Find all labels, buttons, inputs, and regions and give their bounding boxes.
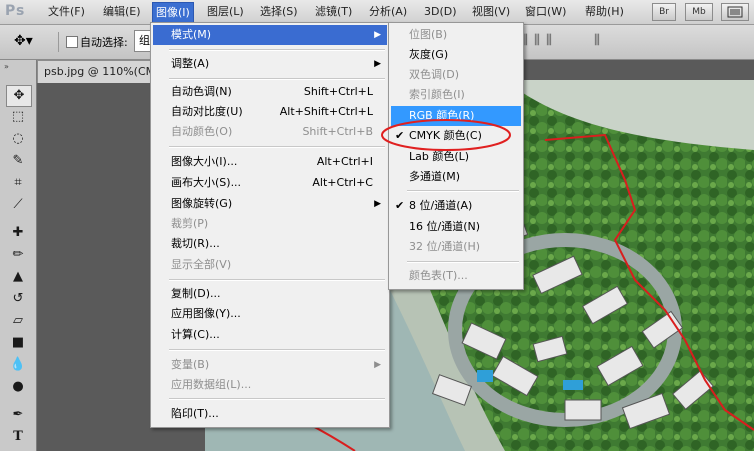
mode-item-indexed-color: 索引颜色(I)	[409, 88, 465, 101]
app-logo: Ps	[5, 3, 26, 19]
quick-select-tool[interactable]: ✎	[6, 151, 30, 171]
lasso-tool[interactable]: ◌	[6, 129, 30, 149]
mode-item-32-bit: 32 位/通道(H)	[409, 240, 481, 253]
mode-item-16-bit[interactable]: 16 位/通道(N)	[391, 217, 521, 237]
menu-item-mode[interactable]: 模式(M) ▶	[153, 25, 387, 45]
screen-mode-button[interactable]	[721, 3, 749, 21]
type-tool[interactable]: T	[6, 427, 30, 447]
menu-item-trap[interactable]: 陷印(T)...	[153, 404, 387, 424]
blur-tool[interactable]: 💧	[6, 355, 30, 375]
menu-separator	[169, 398, 385, 400]
menu-help[interactable]: 帮助(H)	[582, 4, 627, 20]
menu-item-crop: 裁剪(P)	[171, 217, 209, 230]
menu-separator	[407, 261, 519, 263]
mode-item-multichannel[interactable]: 多通道(M)	[391, 167, 521, 187]
menu-item-trim[interactable]: 裁切(R)...	[153, 234, 387, 254]
stamp-tool[interactable]: ▲	[6, 267, 30, 287]
menu-item-calculations[interactable]: 计算(C)...	[153, 325, 387, 345]
eyedropper-tool[interactable]: ⟋	[6, 195, 30, 215]
menu-window[interactable]: 窗口(W)	[522, 4, 569, 20]
gradient-tool[interactable]: ■	[6, 333, 30, 353]
menu-view[interactable]: 视图(V)	[469, 4, 513, 20]
eraser-tool[interactable]: ▱	[6, 311, 30, 331]
brush-tool[interactable]: ✏	[6, 245, 30, 265]
menu-separator	[169, 146, 385, 148]
mode-submenu: 位图(B) 灰度(G) 双色调(D) 索引颜色(I) RGB 颜色(R) ✔ CM…	[388, 22, 524, 290]
image-menu-dropdown: 模式(M) ▶ 调整(A) ▶ 自动色调(N) Shift+Ctrl+L 自动对比度(…	[150, 22, 390, 428]
dodge-tool[interactable]: ●	[6, 377, 30, 397]
crop-tool[interactable]: ⌗	[6, 173, 30, 193]
menu-item-image-size[interactable]: 图像大小(I)... Alt+Ctrl+I	[153, 152, 387, 172]
move-tool-icon: ✥▾	[14, 33, 33, 49]
menu-item-reveal-all: 显示全部(V)	[171, 258, 232, 271]
mode-item-bitmap: 位图(B)	[409, 28, 448, 41]
mode-item-duotone: 双色调(D)	[409, 68, 460, 81]
menu-separator	[169, 279, 385, 281]
submenu-arrow-icon: ▶	[374, 199, 381, 209]
collapse-icon[interactable]: »	[4, 62, 9, 71]
minibridge-button[interactable]: Mb	[685, 3, 713, 21]
menu-analysis[interactable]: 分析(A)	[366, 4, 410, 20]
auto-select-checkbox[interactable]	[66, 36, 78, 48]
submenu-arrow-icon: ▶	[374, 59, 381, 69]
bridge-button[interactable]: Br	[652, 3, 676, 21]
menu-edit[interactable]: 编辑(E)	[100, 4, 144, 20]
pen-tool[interactable]: ✒	[6, 405, 30, 425]
submenu-arrow-icon: ▶	[374, 360, 381, 370]
mode-item-color-table: 颜色表(T)...	[409, 269, 468, 282]
menu-file[interactable]: 文件(F)	[45, 4, 88, 20]
menu-separator	[169, 78, 385, 80]
submenu-arrow-icon: ▶	[374, 30, 381, 40]
menu-3d[interactable]: 3D(D)	[421, 4, 460, 20]
menu-separator	[169, 49, 385, 51]
menu-image[interactable]: 图像(I)	[152, 2, 194, 24]
menu-item-apply-image[interactable]: 应用图像(Y)...	[153, 304, 387, 324]
menu-separator	[169, 349, 385, 351]
menu-item-auto-tone[interactable]: 自动色调(N) Shift+Ctrl+L	[153, 82, 387, 102]
menu-select[interactable]: 选择(S)	[257, 4, 301, 20]
mode-item-grayscale[interactable]: 灰度(G)	[391, 45, 521, 65]
menu-item-variables: 变量(B) ▶	[153, 355, 387, 375]
healing-tool[interactable]: ✚	[6, 223, 30, 243]
menu-layer[interactable]: 图层(L)	[204, 4, 247, 20]
distribute-icon[interactable]: ⫼	[594, 33, 600, 48]
menu-item-auto-contrast[interactable]: 自动对比度(U) Alt+Shift+Ctrl+L	[153, 102, 387, 122]
menu-item-duplicate[interactable]: 复制(D)...	[153, 284, 387, 304]
history-brush-tool[interactable]: ↺	[6, 289, 30, 309]
menu-item-image-rotation[interactable]: 图像旋转(G) ▶	[153, 194, 387, 214]
align-icons[interactable]: ⫼⫼⫼	[522, 33, 558, 48]
menu-item-canvas-size[interactable]: 画布大小(S)... Alt+Ctrl+C	[153, 173, 387, 193]
menu-item-adjustments[interactable]: 调整(A) ▶	[153, 54, 387, 74]
annotation-circle	[381, 119, 511, 151]
screen-mode-icon	[727, 6, 743, 18]
auto-select-label: 自动选择:	[80, 36, 128, 49]
menu-filter[interactable]: 滤镜(T)	[312, 4, 355, 20]
mode-item-8-bit[interactable]: ✔ 8 位/通道(A)	[391, 196, 521, 216]
checkmark-icon: ✔	[395, 199, 405, 212]
menu-separator	[407, 190, 519, 192]
menu-item-apply-data-set: 应用数据组(L)...	[171, 378, 252, 391]
marquee-tool[interactable]: ⬚	[6, 107, 30, 127]
divider	[58, 32, 59, 52]
move-tool[interactable]: ✥	[6, 85, 32, 107]
menu-item-auto-color: 自动颜色(O) Shift+Ctrl+B	[171, 125, 373, 138]
toolbox: » ✥ ⬚ ◌ ✎ ⌗ ⟋ ✚ ✏ ▲ ↺ ▱ ■ 💧 ● ✒ T	[0, 60, 37, 451]
